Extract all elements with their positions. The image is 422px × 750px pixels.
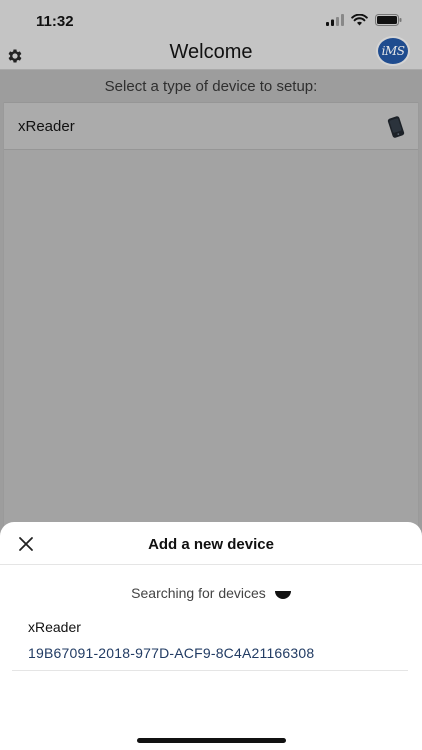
- device-type-row-xreader[interactable]: xReader: [4, 102, 418, 150]
- sheet-header: Add a new device: [0, 522, 422, 565]
- device-type-label: xReader: [18, 118, 75, 135]
- signal-icon: [326, 14, 344, 26]
- status-bar: 11:32: [0, 0, 422, 40]
- main-content: Select a type of device to setup: xReade…: [0, 70, 422, 530]
- found-device-id: 19B67091-2018-977D-ACF9-8C4A21166308: [28, 645, 315, 661]
- found-device-item[interactable]: xReader 19B67091-2018-977D-ACF9-8C4A2116…: [12, 614, 408, 671]
- wifi-icon: [351, 14, 368, 26]
- status-icons: [326, 14, 402, 26]
- home-indicator: [137, 738, 286, 743]
- card-reader-icon: [387, 116, 405, 138]
- found-device-name: xReader: [28, 619, 81, 635]
- setup-subtitle: Select a type of device to setup:: [104, 78, 318, 95]
- status-time: 11:32: [36, 13, 74, 30]
- loading-spinner-icon: [274, 591, 291, 600]
- page-title: Welcome: [169, 41, 253, 63]
- sheet-title: Add a new device: [148, 536, 274, 553]
- battery-icon: [375, 14, 402, 26]
- avatar-logo-text: iMS: [381, 44, 405, 58]
- add-device-sheet: Add a new device Searching for devices x…: [0, 522, 422, 750]
- searching-status: Searching for devices: [0, 584, 422, 601]
- navigation-bar: Welcome iMS: [0, 36, 422, 70]
- avatar[interactable]: iMS: [376, 36, 410, 66]
- device-type-list: xReader: [3, 102, 419, 530]
- searching-text: Searching for devices: [131, 585, 266, 602]
